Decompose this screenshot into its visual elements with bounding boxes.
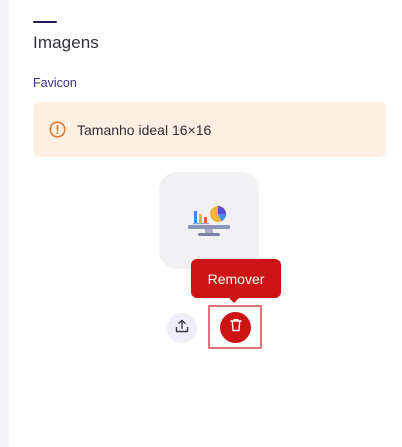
tooltip-arrow — [227, 296, 241, 303]
trash-icon — [228, 317, 244, 338]
alert-text: Tamanho ideal 16×16 — [77, 121, 212, 138]
remove-button[interactable] — [220, 312, 251, 343]
settings-panel: Imagens Favicon Tamanho ideal 16×16 Remo… — [9, 0, 402, 447]
favicon-preview — [159, 172, 259, 269]
upload-icon — [174, 318, 190, 339]
upload-button[interactable] — [167, 313, 197, 343]
size-info-alert: Tamanho ideal 16×16 — [33, 102, 386, 157]
favicon-label: Favicon — [33, 76, 77, 90]
monitor-chart-icon — [184, 198, 234, 243]
remove-tooltip: Remover — [191, 259, 281, 298]
section-title: Imagens — [33, 33, 99, 52]
alert-circle-icon — [49, 121, 66, 138]
section-accent-bar — [33, 21, 57, 23]
